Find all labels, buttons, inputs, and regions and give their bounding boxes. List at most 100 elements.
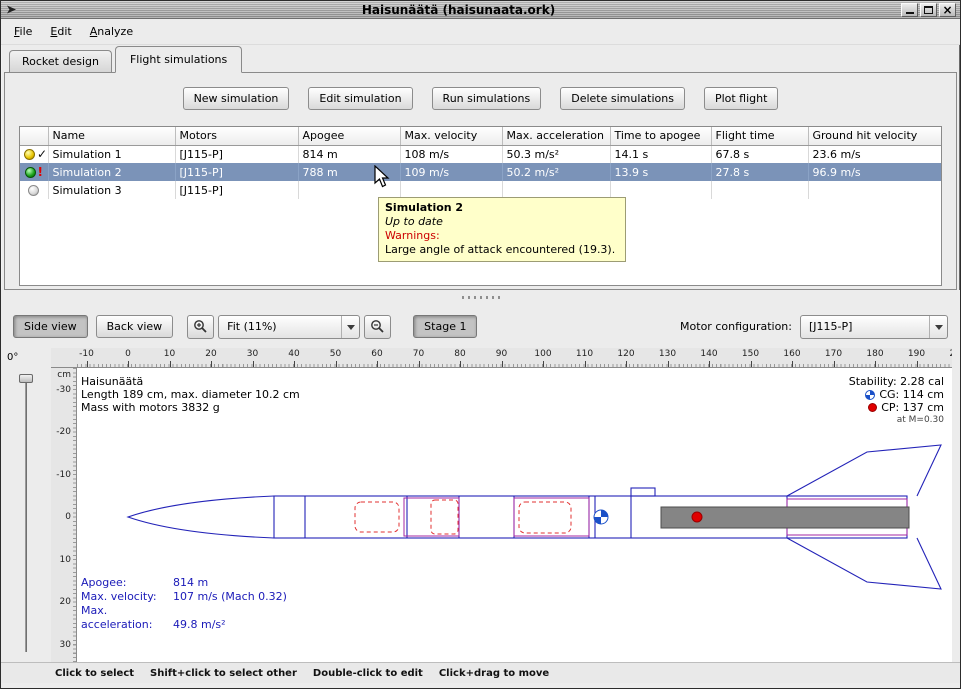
tooltip-warnings-label: Warnings: bbox=[385, 229, 619, 243]
stat-label: Max. acceleration: bbox=[81, 604, 173, 632]
rotation-slider-handle[interactable] bbox=[19, 374, 33, 383]
ruler-tick-label: 180 bbox=[866, 349, 883, 359]
column-header[interactable]: Name bbox=[48, 127, 175, 145]
menu-item-file[interactable]: File bbox=[5, 19, 41, 44]
tab-flight-simulations[interactable]: Flight simulations bbox=[115, 46, 242, 73]
side-view-button[interactable]: Side view bbox=[13, 315, 88, 338]
cell-motors: [J115-P] bbox=[175, 181, 298, 199]
ruler-tick-label: 80 bbox=[454, 349, 465, 359]
column-header[interactable]: Max. velocity bbox=[400, 127, 502, 145]
delete-simulations-button[interactable]: Delete simulations bbox=[560, 87, 685, 110]
ruler-tick-label: 50 bbox=[330, 349, 341, 359]
bottom-strip bbox=[1, 683, 960, 688]
ruler-unit-label: cm bbox=[57, 370, 71, 380]
close-icon: × bbox=[942, 4, 952, 16]
stat-value: 814 m bbox=[173, 576, 208, 589]
maximize-button[interactable] bbox=[920, 3, 937, 17]
launch-lug[interactable] bbox=[631, 488, 655, 496]
tab-rocket-design[interactable]: Rocket design bbox=[9, 50, 112, 72]
cell-apogee: 788 m bbox=[298, 163, 400, 181]
back-view-button[interactable]: Back view bbox=[96, 315, 174, 338]
horizontal-ruler: -100102030405060708090100110120130140150… bbox=[77, 348, 952, 368]
rotation-slider[interactable] bbox=[1, 368, 51, 662]
menu-bar: FileEditAnalyze bbox=[1, 19, 960, 45]
splitter-handle-icon bbox=[462, 296, 500, 299]
cell-flight-time: 67.8 s bbox=[711, 145, 808, 163]
cell-motors: [J115-P] bbox=[175, 145, 298, 163]
zoom-in-button[interactable] bbox=[187, 315, 214, 339]
run-simulations-button[interactable]: Run simulations bbox=[432, 87, 542, 110]
ruler-tick-label: 30 bbox=[247, 349, 258, 359]
ruler-row: 0° -100102030405060708090100110120130140… bbox=[1, 348, 960, 368]
nose-cone[interactable] bbox=[128, 496, 274, 538]
titlebar: Haisunäätä (haisunaata.ork) × bbox=[1, 1, 960, 19]
ruler-tick-label: 40 bbox=[288, 349, 299, 359]
canvas-row: cm -30-20-100102030 bbox=[1, 368, 960, 662]
cp-value: CP: 137 cm bbox=[881, 401, 944, 414]
chevron-down-icon bbox=[341, 316, 359, 338]
rocket-canvas[interactable]: Haisunäätä Length 189 cm, max. diameter … bbox=[77, 368, 952, 662]
tooltip-warning-text: Large angle of attack encountered (19.3)… bbox=[385, 243, 619, 257]
close-button[interactable]: × bbox=[939, 3, 956, 17]
zoom-out-button[interactable] bbox=[364, 315, 391, 339]
stability-info: Stability: 2.28 cal CG: 114 cm CP: 137 c… bbox=[849, 375, 944, 427]
ruler-tick bbox=[211, 361, 212, 367]
column-header[interactable]: Time to apogee bbox=[610, 127, 711, 145]
menu-item-edit[interactable]: Edit bbox=[41, 19, 80, 44]
ruler-tick-label: 190 bbox=[908, 349, 925, 359]
ruler-tick bbox=[502, 361, 503, 367]
ruler-tick bbox=[377, 361, 378, 367]
rotation-slider-track bbox=[25, 378, 27, 652]
rotation-angle-label: 0° bbox=[1, 348, 51, 368]
hint-double-click-to-edit: Double-click to edit bbox=[313, 668, 423, 679]
cell-max-acceleration: 50.3 m/s² bbox=[502, 145, 610, 163]
ruler-tick bbox=[170, 361, 171, 367]
cp-marker bbox=[692, 512, 702, 522]
status-ball-green-icon bbox=[25, 167, 36, 178]
ruler-tick-label: 20 bbox=[205, 349, 216, 359]
column-header[interactable]: Apogee bbox=[298, 127, 400, 145]
ruler-tick bbox=[792, 361, 793, 367]
stage-1-toggle[interactable]: Stage 1 bbox=[413, 315, 477, 338]
ruler-tick-label: 170 bbox=[825, 349, 842, 359]
column-header[interactable]: Motors bbox=[175, 127, 298, 145]
ruler-tick bbox=[87, 361, 88, 367]
recovery-components[interactable] bbox=[355, 500, 571, 534]
tooltip-status: Up to date bbox=[385, 215, 619, 229]
simulation-tooltip: Simulation 2 Up to date Warnings: Large … bbox=[378, 197, 626, 262]
ruler-tick-label: 130 bbox=[659, 349, 676, 359]
cell-ground-hit-velocity: 96.9 m/s bbox=[808, 163, 942, 181]
openrocket-window: Haisunäätä (haisunaata.ork) × FileEditAn… bbox=[0, 0, 961, 689]
flight-stats: Apogee:814 mMax. velocity:107 m/s (Mach … bbox=[81, 576, 287, 632]
status-ball-yellow-icon bbox=[24, 149, 35, 160]
ruler-tick-label: 10 bbox=[60, 555, 71, 565]
sim-button-bar: New simulation Edit simulation Run simulat… bbox=[5, 87, 956, 110]
hint-click-drag-to-move: Click+drag to move bbox=[439, 668, 549, 679]
new-simulation-button[interactable]: New simulation bbox=[183, 87, 290, 110]
minimize-button[interactable] bbox=[901, 3, 918, 17]
ruler-tick bbox=[917, 361, 918, 367]
ruler-tick bbox=[460, 361, 461, 367]
table-row[interactable]: ✓Simulation 1[J115-P]814 m108 m/s50.3 m/… bbox=[20, 145, 942, 163]
status-check-icon: ✓ bbox=[37, 149, 47, 160]
zoom-level-select[interactable]: Fit (11%) bbox=[218, 315, 360, 339]
edit-simulation-button[interactable]: Edit simulation bbox=[308, 87, 412, 110]
column-header[interactable]: Flight time bbox=[711, 127, 808, 145]
column-header[interactable]: Ground hit velocity bbox=[808, 127, 942, 145]
ruler-tick bbox=[585, 361, 586, 367]
table-row[interactable]: !Simulation 2[J115-P]788 m109 m/s50.2 m/… bbox=[20, 163, 942, 181]
ruler-tick-label: 90 bbox=[496, 349, 507, 359]
cell-name: Simulation 3 bbox=[48, 181, 175, 199]
simulations-table: NameMotorsApogeeMax. velocityMax. accele… bbox=[20, 127, 942, 199]
column-header[interactable]: Max. acceleration bbox=[502, 127, 610, 145]
menu-item-analyze[interactable]: Analyze bbox=[81, 19, 142, 44]
column-header[interactable] bbox=[20, 127, 48, 145]
plot-flight-button[interactable]: Plot flight bbox=[704, 87, 778, 110]
ruler-tick-label: 10 bbox=[164, 349, 175, 359]
ruler-tick-label: 140 bbox=[700, 349, 717, 359]
motor-configuration-select[interactable]: [J115-P] bbox=[800, 315, 948, 339]
splitter[interactable] bbox=[1, 290, 960, 305]
ruler-tick-label: 0 bbox=[125, 349, 131, 359]
ruler-tick bbox=[668, 361, 669, 367]
cell-time-to-apogee: 14.1 s bbox=[610, 145, 711, 163]
